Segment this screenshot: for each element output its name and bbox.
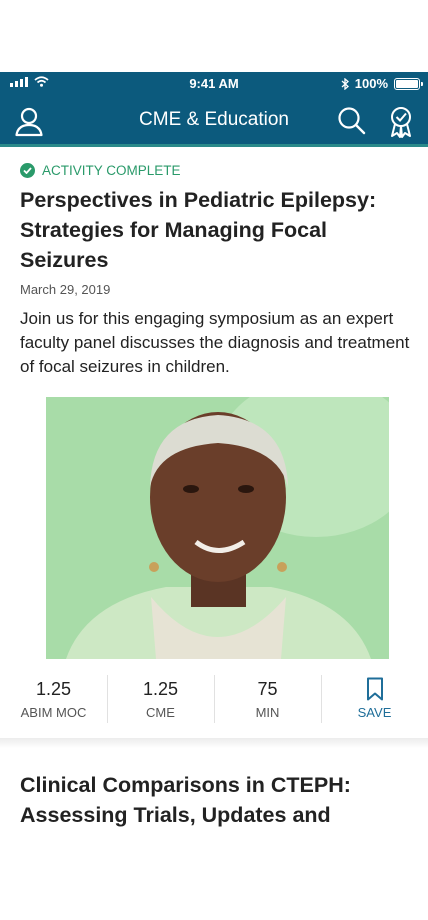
activity-date: March 29, 2019 bbox=[20, 282, 111, 297]
battery-icon bbox=[394, 77, 423, 90]
status-bar: 9:41 AM 100% bbox=[0, 72, 428, 94]
activity-status-label: ACTIVITY COMPLETE bbox=[42, 163, 181, 178]
save-label[interactable]: SAVE bbox=[321, 705, 428, 720]
activity-status: ACTIVITY COMPLETE bbox=[20, 163, 181, 178]
check-circle-icon bbox=[20, 163, 35, 178]
activity-title[interactable]: Perspectives in Pediatric Epilepsy: Stra… bbox=[20, 185, 415, 275]
activity-stats: 1.25 ABIM MOC 1.25 CME 75 MIN SAVE bbox=[0, 665, 428, 737]
stat-abim-moc: 1.25 ABIM MOC bbox=[0, 665, 107, 737]
stat-value: 1.25 bbox=[142, 679, 179, 699]
activity-image[interactable] bbox=[46, 397, 389, 659]
top-spacer bbox=[0, 0, 428, 72]
header-divider bbox=[0, 144, 428, 147]
save-button[interactable]: SAVE bbox=[321, 665, 428, 737]
nav-bar: CME & Education bbox=[0, 94, 428, 144]
next-activity-title[interactable]: Clinical Comparisons in CTEPH: Assessing… bbox=[20, 770, 415, 830]
app-header: 9:41 AM 100% CME & Education bbox=[0, 72, 428, 147]
stat-label: ABIM MOC bbox=[20, 705, 87, 720]
stat-cme: 1.25 CME bbox=[107, 665, 214, 737]
stat-label: MIN bbox=[255, 705, 280, 720]
bookmark-icon[interactable] bbox=[366, 677, 384, 701]
card-divider bbox=[0, 738, 428, 748]
stat-label: CME bbox=[146, 705, 175, 720]
stat-min: 75 MIN bbox=[214, 665, 321, 737]
stat-value: 1.25 bbox=[35, 679, 72, 699]
activity-description: Join us for this engaging symposium as a… bbox=[20, 309, 410, 376]
battery-percent: 100% bbox=[354, 76, 388, 91]
bluetooth-icon bbox=[341, 77, 349, 90]
search-icon[interactable] bbox=[337, 106, 367, 136]
stat-value: 75 bbox=[257, 679, 278, 699]
award-ribbon-icon[interactable] bbox=[388, 106, 414, 138]
